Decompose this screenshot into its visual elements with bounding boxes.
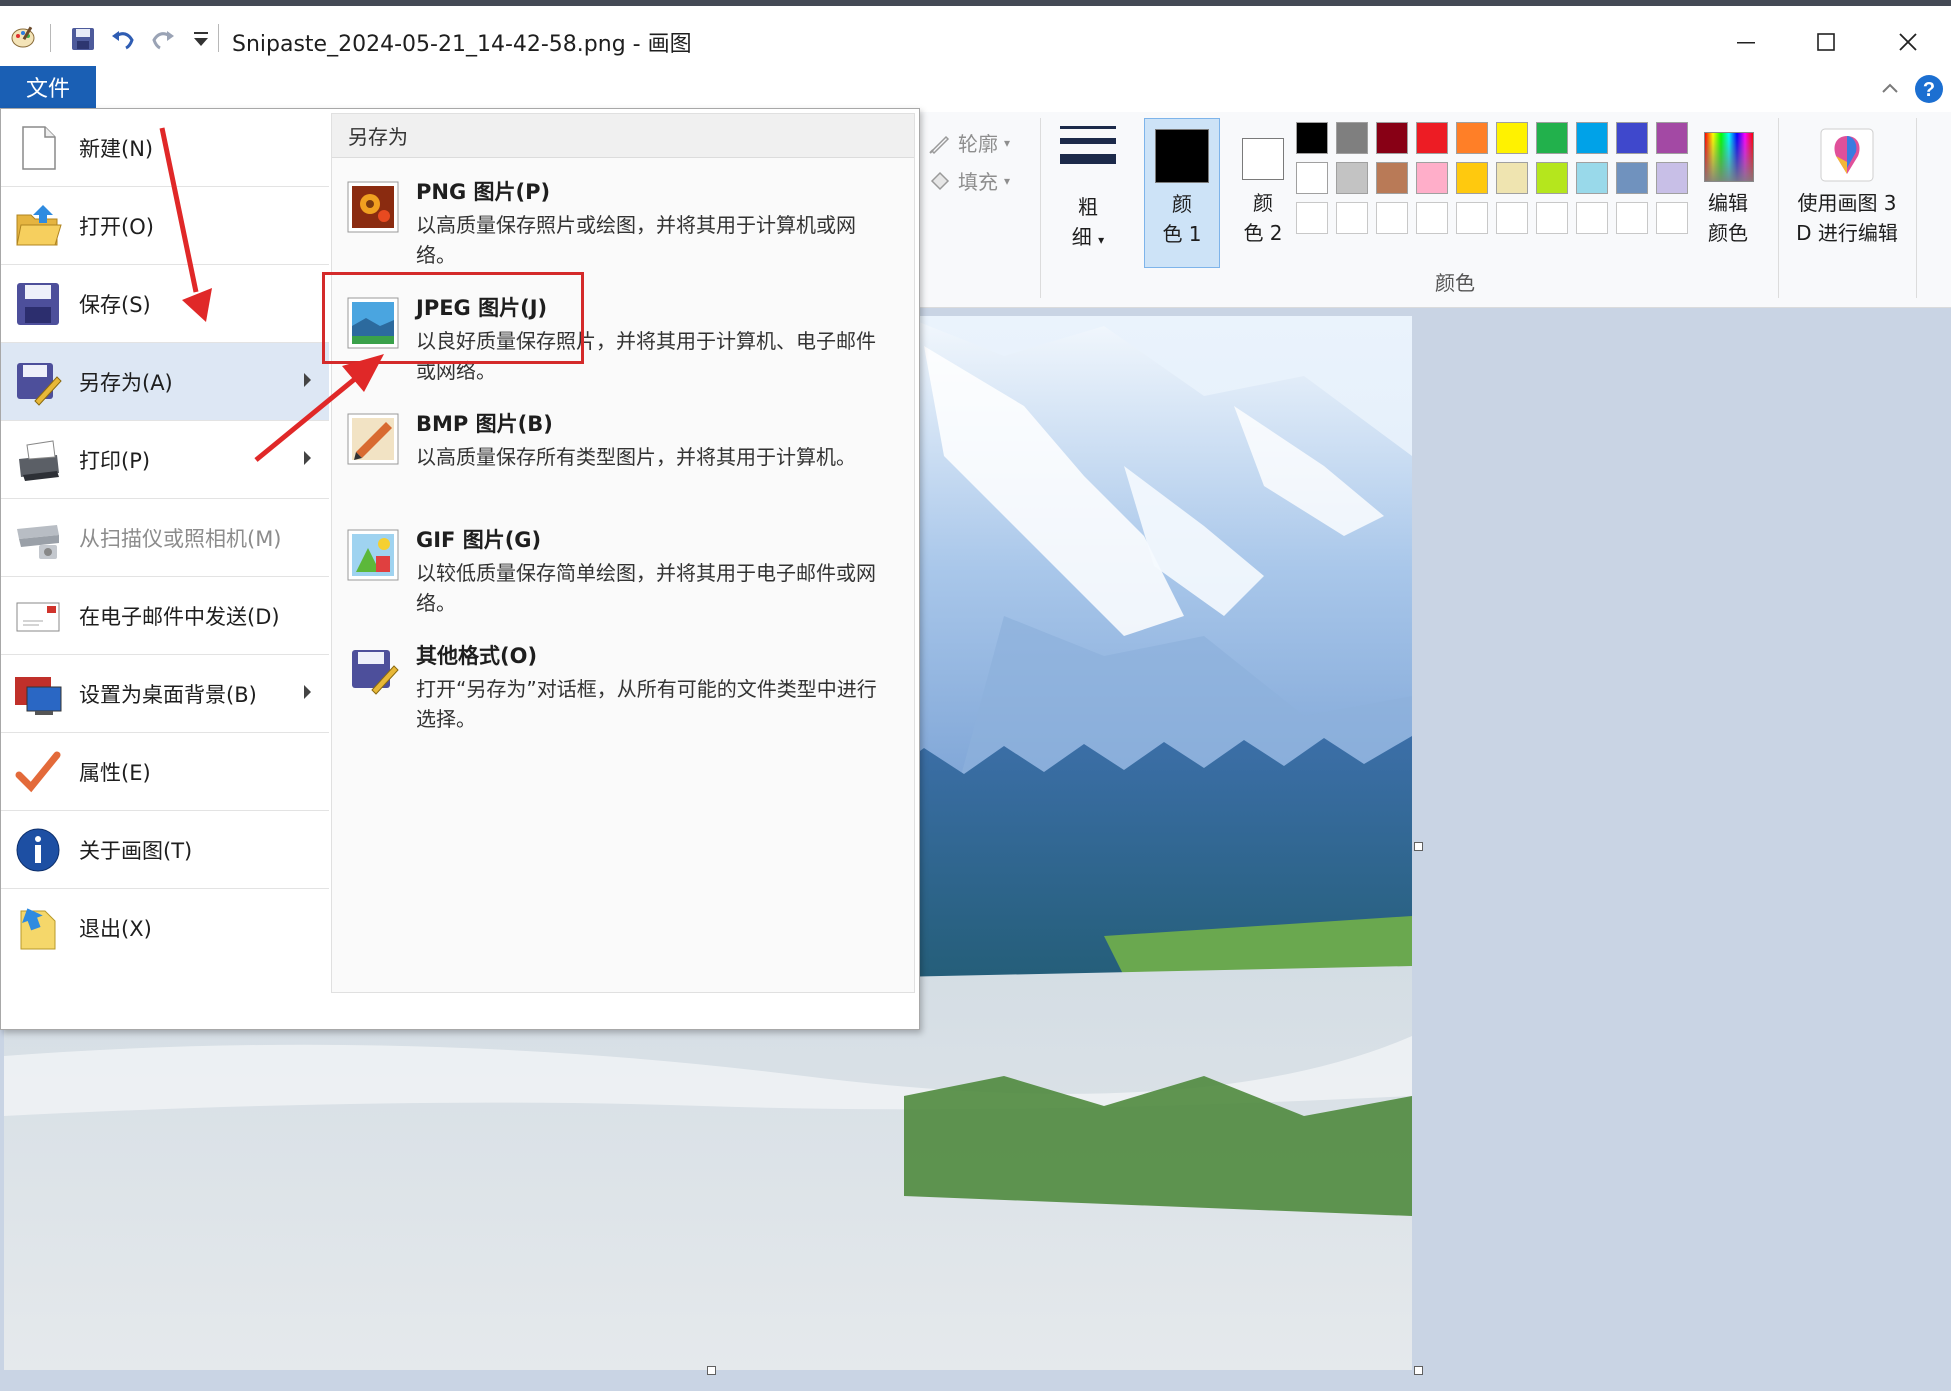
annotation-arrows xyxy=(159,127,384,462)
arrow-to-jpeg xyxy=(254,354,384,462)
arrow-down-to-save-as xyxy=(159,127,212,322)
